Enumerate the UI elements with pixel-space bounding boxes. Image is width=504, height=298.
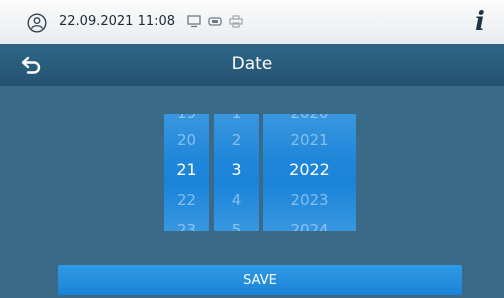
status-datetime: 22.09.2021 11:08 — [59, 14, 176, 29]
save-button[interactable]: SAVE — [58, 265, 462, 295]
day-option[interactable]: 23 — [164, 220, 209, 231]
month-option[interactable]: 5 — [214, 220, 259, 231]
info-icon[interactable]: i — [475, 7, 485, 37]
year-selected-value[interactable]: 2022 — [263, 160, 356, 180]
title-bar: Date — [0, 44, 504, 86]
year-wheel[interactable]: 2020 2021 2022 2023 2024 — [263, 114, 356, 231]
year-option[interactable]: 2023 — [263, 190, 356, 210]
user-icon[interactable] — [27, 13, 47, 33]
month-selected-value[interactable]: 3 — [214, 160, 259, 180]
year-option[interactable]: 2024 — [263, 220, 356, 231]
monitor-icon — [187, 15, 201, 28]
month-wheel[interactable]: 1 2 3 4 5 — [214, 114, 259, 231]
page-title: Date — [231, 54, 273, 74]
year-option[interactable]: 2020 — [263, 114, 356, 123]
month-option[interactable]: 1 — [214, 114, 259, 123]
year-option[interactable]: 2021 — [263, 130, 356, 150]
day-option[interactable]: 22 — [164, 190, 209, 210]
month-option[interactable]: 4 — [214, 190, 259, 210]
day-option[interactable]: 20 — [164, 130, 209, 150]
day-wheel[interactable]: 19 20 21 22 23 — [164, 114, 209, 231]
date-picker-panel: 1920212223 12345 20202021202220232024 SA… — [0, 86, 504, 298]
printer-icon — [229, 15, 243, 28]
day-selected-value[interactable]: 21 — [164, 160, 209, 180]
day-option[interactable]: 19 — [164, 114, 209, 123]
month-option[interactable]: 2 — [214, 130, 259, 150]
card-icon — [208, 17, 222, 26]
status-bar: 22.09.2021 11:08 i — [0, 0, 504, 45]
